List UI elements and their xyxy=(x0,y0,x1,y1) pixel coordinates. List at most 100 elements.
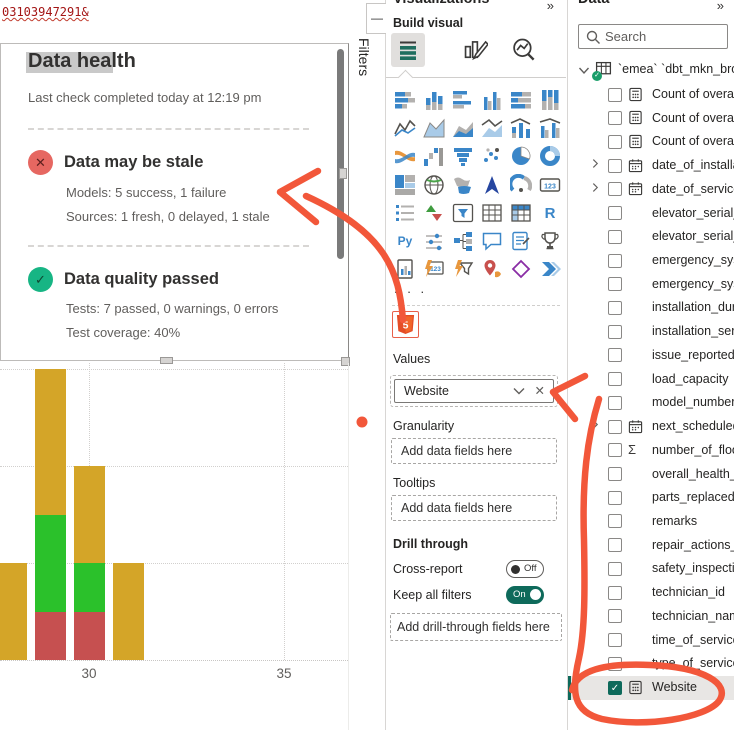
field-checkbox[interactable] xyxy=(608,538,622,552)
expand-chevron-icon[interactable] xyxy=(592,419,599,433)
bar-segment-yellow-x29[interactable] xyxy=(35,369,66,515)
bar-segment-yellow-x30[interactable] xyxy=(74,466,105,563)
granularity-well[interactable]: Add data fields here xyxy=(391,438,557,464)
tab-build-visual[interactable] xyxy=(391,33,425,67)
search-input[interactable] xyxy=(605,26,725,47)
visual-type-quick-measure-icon[interactable]: 123 xyxy=(423,258,446,281)
visual-type-automated-insights-icon[interactable] xyxy=(452,258,475,281)
visual-type-waterfall-chart-icon[interactable] xyxy=(423,145,446,168)
data-field-row-issue-reported[interactable]: issue_reported xyxy=(568,344,734,368)
visual-type-metrics-icon[interactable] xyxy=(539,230,562,253)
visual-type-treemap-icon[interactable] xyxy=(394,174,417,197)
field-checkbox[interactable] xyxy=(608,491,622,505)
visual-type-funnel-chart-icon[interactable] xyxy=(452,145,475,168)
data-field-row-remarks[interactable]: remarks xyxy=(568,510,734,534)
cross-report-toggle[interactable]: Off xyxy=(506,560,544,578)
field-checkbox[interactable] xyxy=(608,206,622,220)
visual-type-matrix-icon[interactable] xyxy=(510,202,533,225)
stacked-column-chart-visual[interactable]: 3035 xyxy=(0,363,349,730)
visual-type-line-and-stacked-area-chart-icon[interactable] xyxy=(481,117,504,140)
visual-type-smart-narrative-icon[interactable] xyxy=(510,230,533,253)
html-visual-icon[interactable]: 5 xyxy=(392,311,419,338)
field-checkbox[interactable] xyxy=(608,443,622,457)
card-scrollbar[interactable] xyxy=(337,49,344,259)
field-checkbox[interactable] xyxy=(608,111,622,125)
field-checkbox[interactable] xyxy=(608,396,622,410)
data-field-row-date-of-installa-[interactable]: date_of_installa.. xyxy=(568,154,734,178)
bar-segment-green-x29[interactable] xyxy=(35,515,66,612)
data-field-row-installation-serv-[interactable]: installation_serv. xyxy=(568,320,734,344)
chevron-down-icon[interactable] xyxy=(578,65,590,77)
field-checkbox[interactable] xyxy=(608,277,622,291)
filters-collapse-button[interactable]: — xyxy=(366,3,388,34)
visual-type-decomposition-tree-icon[interactable] xyxy=(452,230,475,253)
visual-type-power-automate-icon[interactable] xyxy=(539,258,562,281)
field-checkbox[interactable] xyxy=(608,254,622,268)
visual-type-slicer-icon[interactable] xyxy=(452,202,475,225)
more-visuals-button[interactable]: . . . xyxy=(394,281,427,296)
drill-through-well[interactable]: Add drill-through fields here xyxy=(390,613,562,641)
visual-type-hundred-percent-stacked-bar-chart-icon[interactable] xyxy=(510,89,533,112)
visual-type-q-and-a-icon[interactable] xyxy=(481,230,504,253)
field-checkbox[interactable] xyxy=(608,182,622,196)
bar-segment-yellow-x31[interactable] xyxy=(113,563,144,660)
bar-segment-red-x30[interactable] xyxy=(74,612,105,661)
visual-type-paginated-report-icon[interactable] xyxy=(394,258,417,281)
visual-type-pie-chart-icon[interactable] xyxy=(510,145,533,168)
visual-type-power-apps-icon[interactable] xyxy=(510,258,533,281)
data-field-row-time-of-service[interactable]: time_of_service xyxy=(568,629,734,653)
bar-segment-red-x29[interactable] xyxy=(35,612,66,661)
visual-type-line-and-clustered-column-chart-icon[interactable] xyxy=(539,117,562,140)
filters-pane-label[interactable]: Filters xyxy=(356,38,372,76)
field-checkbox[interactable] xyxy=(608,301,622,315)
visual-type-filled-map-icon[interactable] xyxy=(452,174,475,197)
tab-format-visual[interactable] xyxy=(462,36,496,70)
search-box[interactable] xyxy=(578,24,728,49)
field-checkbox[interactable] xyxy=(608,325,622,339)
field-checkbox[interactable] xyxy=(608,230,622,244)
data-field-row-date-of-service[interactable]: date_of_service xyxy=(568,178,734,202)
expand-chevron-icon[interactable] xyxy=(592,158,599,172)
expand-chevron-icon[interactable] xyxy=(592,182,599,196)
visual-type-multi-row-card-icon[interactable] xyxy=(394,202,417,225)
visual-type-field-parameters-icon[interactable] xyxy=(423,230,446,253)
data-field-row-technician-id[interactable]: technician_id xyxy=(568,581,734,605)
field-checkbox[interactable] xyxy=(608,657,622,671)
field-checkbox[interactable]: ✓ xyxy=(608,681,622,695)
data-field-row-type-of-service[interactable]: type_of_service xyxy=(568,652,734,676)
visual-type-clustered-column-chart-icon[interactable] xyxy=(481,89,504,112)
visual-type-table-icon[interactable] xyxy=(481,202,504,225)
field-checkbox[interactable] xyxy=(608,514,622,528)
data-field-row-number-of-floo-[interactable]: Σ number_of_floo. xyxy=(568,439,734,463)
visual-type-r-script-visual-icon[interactable]: R xyxy=(539,202,562,225)
resize-handle-right[interactable] xyxy=(339,168,347,179)
visual-type-stacked-column-chart-icon[interactable] xyxy=(423,89,446,112)
visual-type-hundred-percent-stacked-column-chart-icon[interactable] xyxy=(539,89,562,112)
field-checkbox[interactable] xyxy=(608,372,622,386)
visual-type-azure-map-icon[interactable] xyxy=(481,174,504,197)
visual-type-area-chart-icon[interactable] xyxy=(423,117,446,140)
data-field-row-website[interactable]: ✓ Website xyxy=(568,676,734,700)
data-field-row-installation-dur-[interactable]: installation_dur.. xyxy=(568,296,734,320)
tooltips-well[interactable]: Add data fields here xyxy=(391,495,557,521)
visual-type-card-icon[interactable]: 123 xyxy=(539,174,562,197)
visual-type-clustered-bar-chart-icon[interactable] xyxy=(452,89,475,112)
visual-type-python-visual-icon[interactable]: Py xyxy=(394,230,417,253)
data-field-row-safety-inspectio-[interactable]: safety_inspectio. xyxy=(568,557,734,581)
data-field-row-emergency-syst-[interactable]: emergency_syst. xyxy=(568,273,734,297)
data-field-row-next-scheduled-[interactable]: next_scheduled.. xyxy=(568,415,734,439)
table-tree-root[interactable]: ✓ `emea` `dbt_mkn_bron.. xyxy=(568,58,734,82)
visual-type-shape-map-icon[interactable] xyxy=(481,258,504,281)
field-checkbox[interactable] xyxy=(608,348,622,362)
data-field-row-count-of-overal-[interactable]: Count of overal.. xyxy=(568,130,734,154)
collapse-pane-icon[interactable]: » xyxy=(547,0,554,13)
data-field-row-emergency-syst-[interactable]: emergency_syst. xyxy=(568,249,734,273)
field-checkbox[interactable] xyxy=(608,88,622,102)
field-checkbox[interactable] xyxy=(608,609,622,623)
visual-type-gauge-icon[interactable] xyxy=(510,174,533,197)
chevron-down-icon[interactable] xyxy=(513,380,525,402)
field-checkbox[interactable] xyxy=(608,586,622,600)
tab-analytics[interactable] xyxy=(510,36,544,70)
field-checkbox[interactable] xyxy=(608,562,622,576)
visual-type-line-chart-icon[interactable] xyxy=(394,117,417,140)
